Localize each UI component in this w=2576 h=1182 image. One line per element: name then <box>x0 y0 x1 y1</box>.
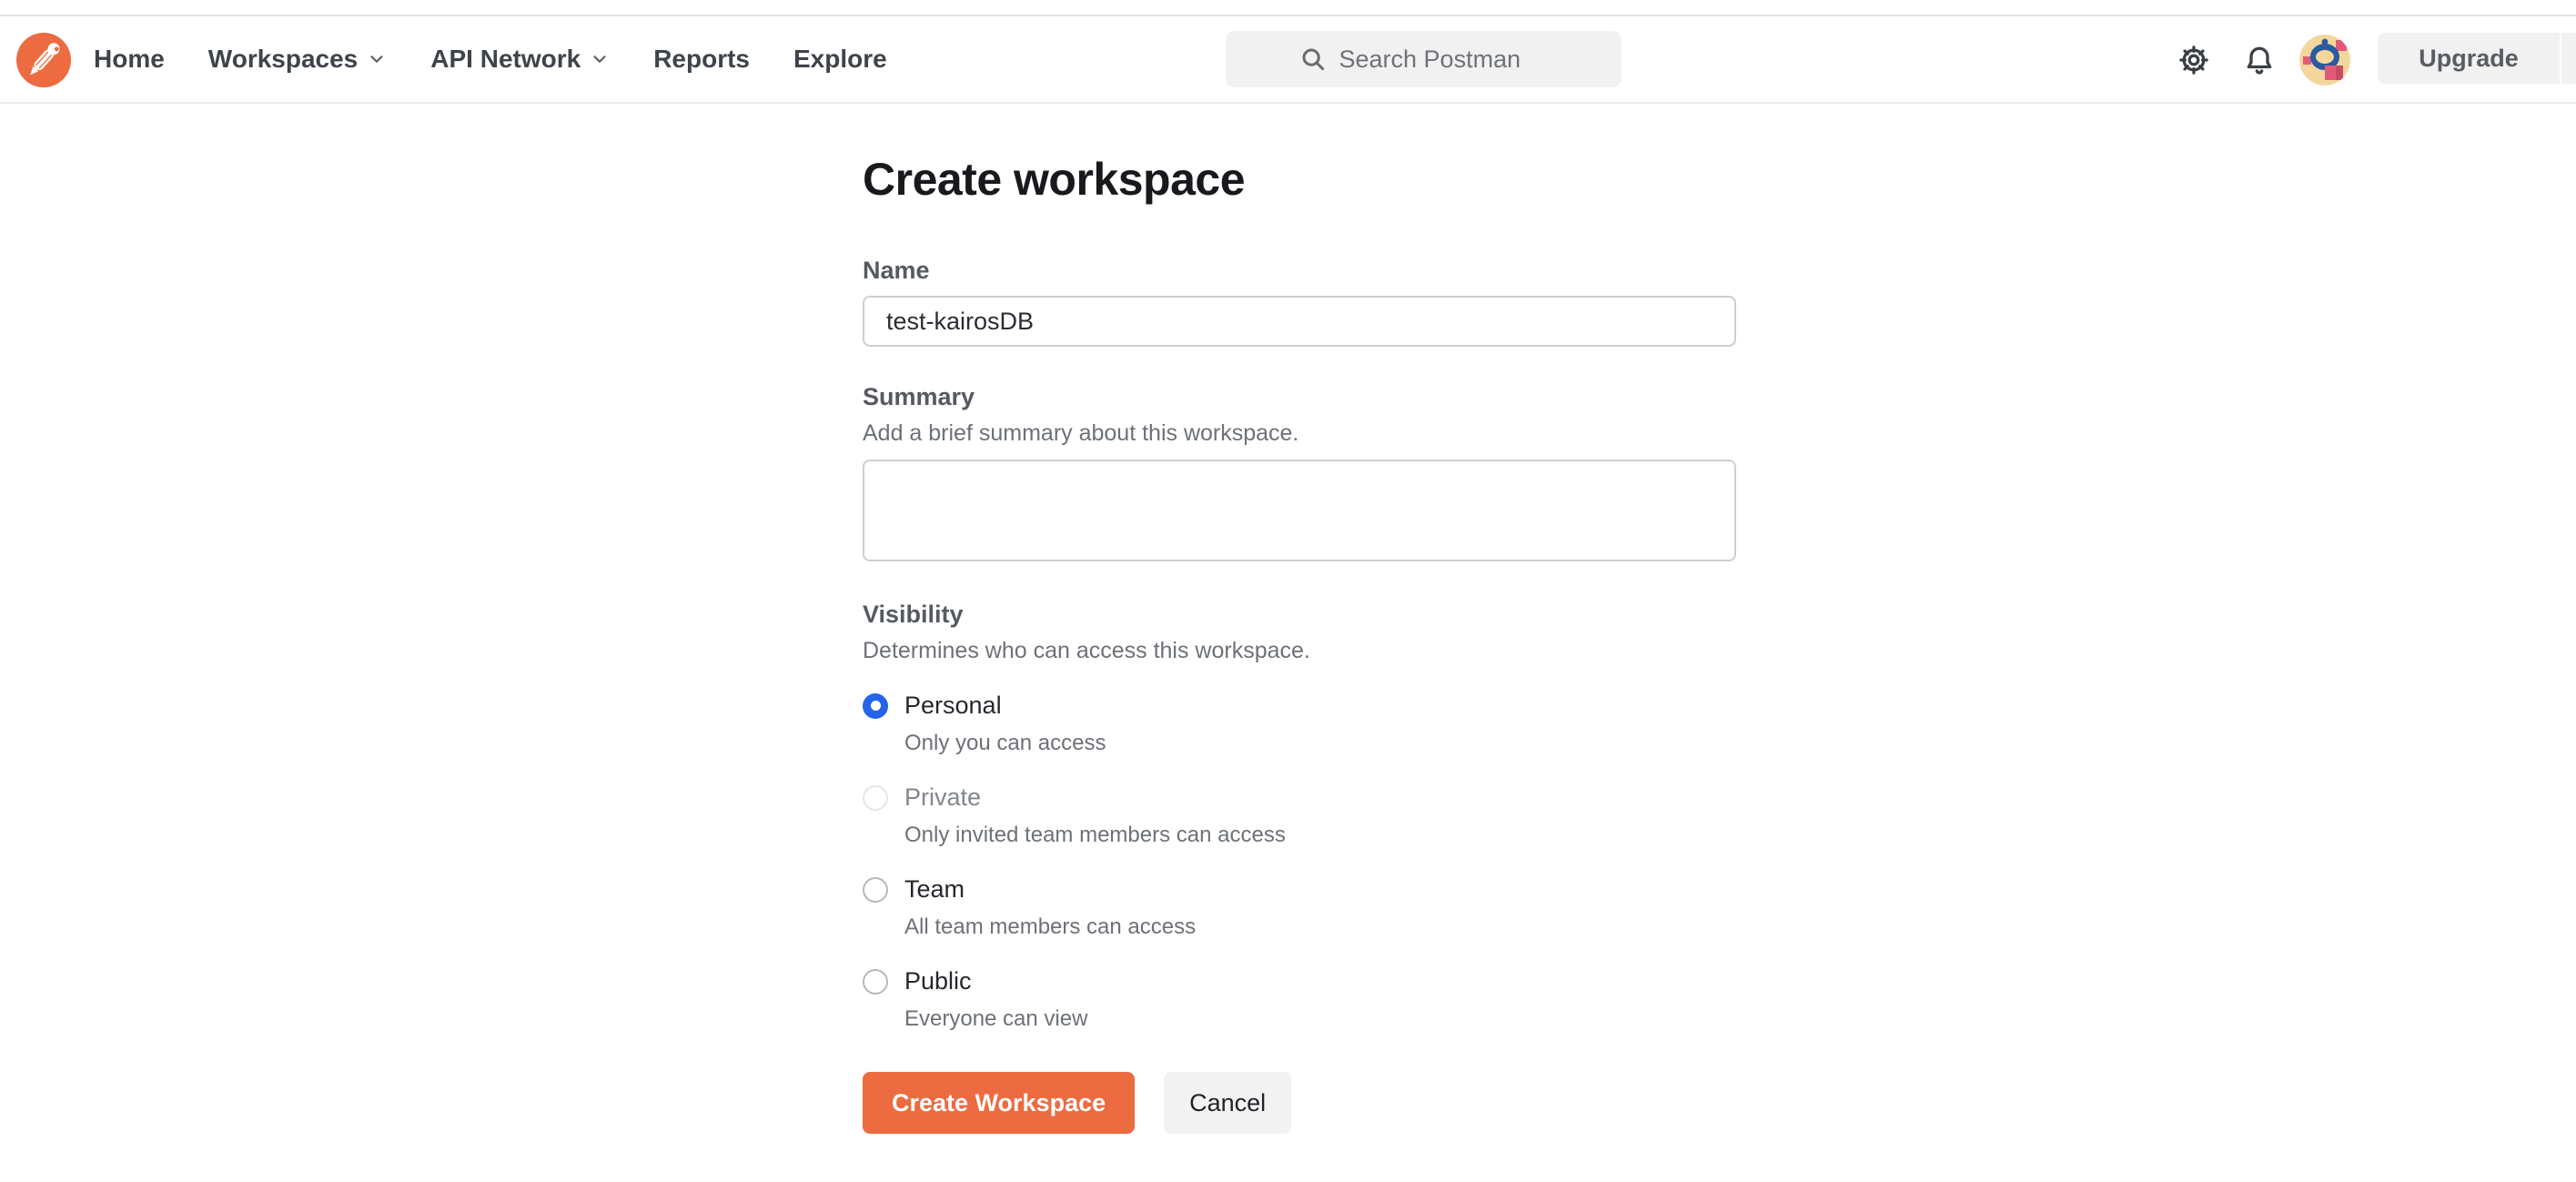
cancel-button[interactable]: Cancel <box>1164 1072 1292 1134</box>
nav-item-home-label: Home <box>94 45 165 73</box>
top-strip <box>0 0 2576 15</box>
radio-team[interactable] <box>863 876 888 903</box>
radio-public[interactable] <box>863 968 888 995</box>
visibility-help-text: Determines who can access this workspace… <box>863 638 1310 663</box>
radio-team-description: All team members can access <box>904 914 1197 939</box>
radio-personal-label: Personal <box>904 692 1002 719</box>
nav-item-explore[interactable]: Explore <box>793 45 887 74</box>
nav-item-api-network[interactable]: API Network <box>430 45 610 74</box>
radio-option-public[interactable]: Public Everyone can view <box>863 967 1736 1032</box>
visibility-options: Personal Only you can access Private Onl… <box>863 692 1736 1032</box>
name-label: Name <box>863 257 930 284</box>
radio-private <box>863 784 888 811</box>
form-actions: Create Workspace Cancel <box>863 1072 1736 1134</box>
nav-item-api-network-label: API Network <box>430 45 581 73</box>
upgrade-split-button: Upgrade <box>2378 33 2576 84</box>
postman-logo-icon[interactable] <box>16 33 71 87</box>
chevron-down-icon <box>370 56 383 63</box>
radio-private-label: Private <box>904 783 982 811</box>
summary-help-text: Add a brief summary about this workspace… <box>863 420 1299 446</box>
radio-option-personal[interactable]: Personal Only you can access <box>863 692 1736 756</box>
workspace-name-input[interactable] <box>863 296 1736 347</box>
nav-item-explore-label: Explore <box>793 45 887 73</box>
create-workspace-button[interactable]: Create Workspace <box>863 1072 1136 1134</box>
nav-item-workspaces-label: Workspaces <box>207 45 359 73</box>
nav-item-workspaces[interactable]: Workspaces <box>208 45 387 74</box>
top-navigation-bar: Home Workspaces API Network Reports Expl… <box>0 16 2576 104</box>
radio-team-label: Team <box>904 875 965 903</box>
radio-personal[interactable] <box>863 692 888 719</box>
chevron-down-icon <box>593 56 606 63</box>
search-icon <box>1302 48 1324 71</box>
gear-icon <box>2179 45 2208 75</box>
global-search[interactable] <box>1226 31 1621 87</box>
user-avatar[interactable] <box>2299 35 2350 86</box>
nav-item-home[interactable]: Home <box>94 45 165 74</box>
radio-private-description: Only invited team members can access <box>904 823 1286 847</box>
nav-links: Home Workspaces API Network Reports Expl… <box>94 45 887 74</box>
settings-button[interactable] <box>2174 16 2214 104</box>
upgrade-dropdown-button[interactable] <box>2560 33 2576 84</box>
nav-item-reports-label: Reports <box>653 45 750 73</box>
visibility-label: Visibility <box>863 601 964 628</box>
workspace-summary-textarea[interactable] <box>863 460 1736 561</box>
radio-personal-description: Only you can access <box>904 731 1106 755</box>
search-input[interactable] <box>1339 45 1549 74</box>
chevron-down-icon <box>2572 47 2576 69</box>
nav-item-reports[interactable]: Reports <box>653 45 750 74</box>
radio-public-label: Public <box>904 967 972 995</box>
upgrade-button-label: Upgrade <box>2419 44 2519 72</box>
radio-public-description: Everyone can view <box>904 1006 1088 1031</box>
notifications-button[interactable] <box>2239 16 2279 104</box>
radio-option-team[interactable]: Team All team members can access <box>863 875 1736 940</box>
page-title: Create workspace <box>863 154 1246 205</box>
upgrade-button[interactable]: Upgrade <box>2378 33 2560 84</box>
create-workspace-form: Create workspace Name Summary Add a brie… <box>863 153 1736 1134</box>
summary-label: Summary <box>863 383 975 410</box>
radio-option-private: Private Only invited team members can ac… <box>863 783 1736 848</box>
bell-icon <box>2247 46 2272 75</box>
